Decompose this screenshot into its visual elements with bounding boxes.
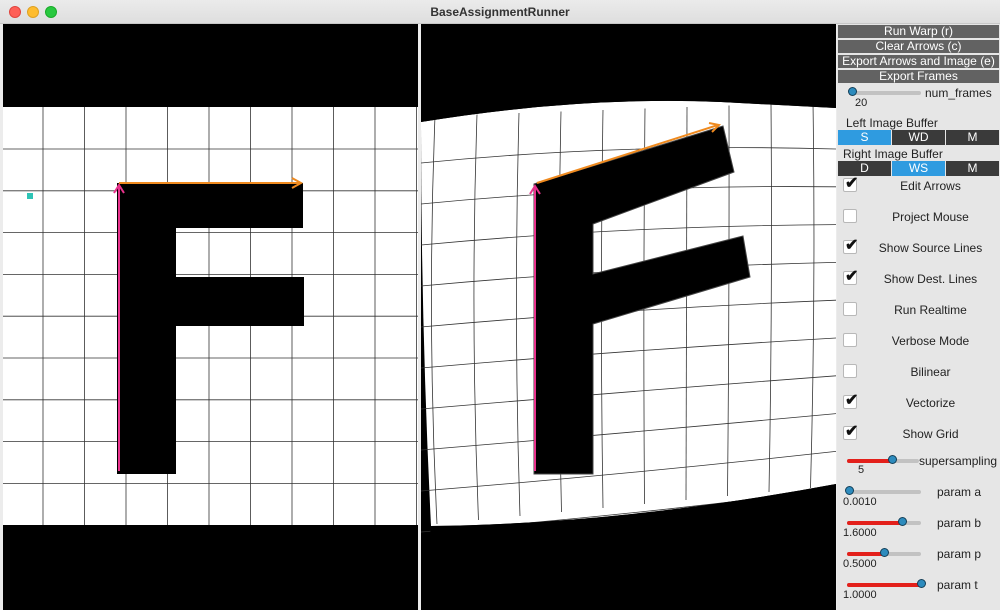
param-p-label: param p [937,547,982,561]
export-frames-button[interactable]: Export Frames [838,70,999,83]
left-buffer-option-s[interactable]: S [838,130,891,145]
show-dest-lines-checkbox[interactable]: ✔ Show Dest. Lines [837,268,1000,290]
run-warp-button[interactable]: Run Warp (r) [838,25,999,38]
checkmark-icon: ✔ [845,268,859,285]
window-title: BaseAssignmentRunner [430,5,570,19]
right-image-canvas[interactable] [421,24,836,610]
param-b-label: param b [937,516,982,530]
verbose-mode-checkbox[interactable]: Verbose Mode [837,330,1000,352]
checkmark-icon: ✔ [845,175,859,192]
bilinear-checkbox[interactable]: Bilinear [837,361,1000,383]
num-frames-value: 20 [855,97,868,109]
left-image-canvas[interactable] [3,24,418,610]
show-source-lines-checkbox[interactable]: ✔ Show Source Lines [837,237,1000,259]
checkmark-icon: ✔ [845,237,859,254]
param-a-value: 0.0010 [843,496,877,508]
right-buffer-option-d[interactable]: D [838,161,891,176]
left-buffer-option-m[interactable]: M [946,130,999,145]
supersampling-label: supersampling [919,454,998,468]
right-buffer-option-m[interactable]: M [946,161,999,176]
right-buffer-label: Right Image Buffer [843,147,943,161]
show-grid-checkbox[interactable]: ✔ Show Grid [837,423,1000,445]
project-mouse-checkbox[interactable]: Project Mouse [837,206,1000,228]
param-t-label: param t [937,578,978,592]
param-p-value: 0.5000 [843,558,877,570]
left-buffer-label: Left Image Buffer [846,116,938,130]
checkmark-icon: ✔ [845,392,859,409]
right-buffer-option-ws[interactable]: WS [892,161,945,176]
num-frames-label: num_frames [925,86,992,100]
clear-arrows-button[interactable]: Clear Arrows (c) [838,40,999,53]
edit-arrows-checkbox[interactable]: ✔ Edit Arrows [837,175,1000,197]
export-arrows-image-button[interactable]: Export Arrows and Image (e) [838,55,999,68]
control-panel: Run Warp (r) Clear Arrows (c) Export Arr… [837,24,1000,610]
left-buffer-option-wd[interactable]: WD [892,130,945,145]
cursor-marker [27,193,33,199]
param-b-value: 1.6000 [843,527,877,539]
param-t-value: 1.0000 [843,589,877,601]
checkmark-icon: ✔ [845,423,859,440]
supersampling-value: 5 [858,464,865,476]
param-a-label: param a [937,485,982,499]
title-bar: BaseAssignmentRunner [0,0,1000,24]
run-realtime-checkbox[interactable]: Run Realtime [837,299,1000,321]
vectorize-checkbox[interactable]: ✔ Vectorize [837,392,1000,414]
